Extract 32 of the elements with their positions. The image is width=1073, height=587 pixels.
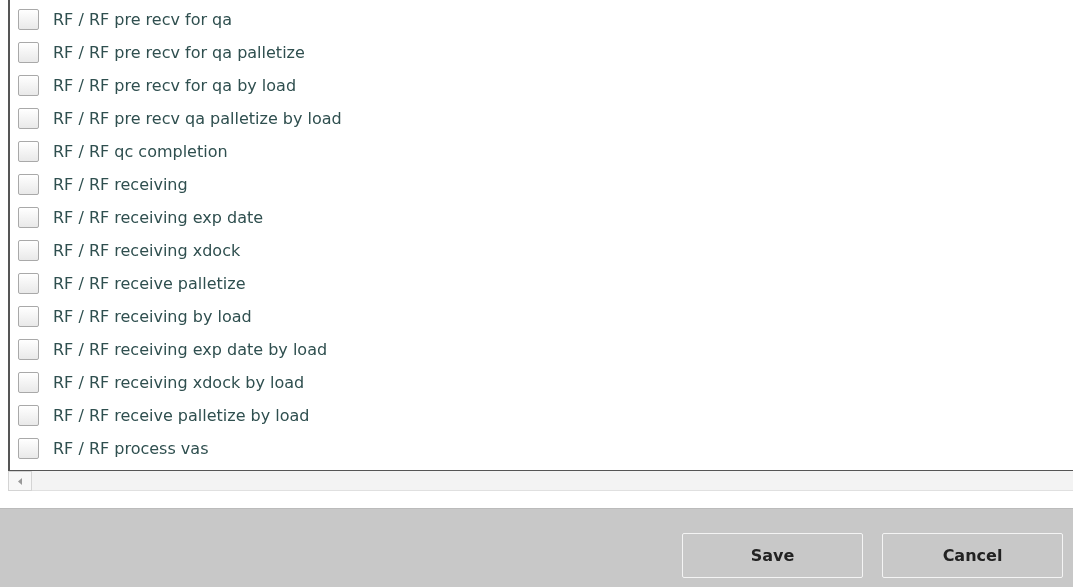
item-label: RF / RF receiving xdock by load [53,371,305,394]
checkbox[interactable] [18,405,39,426]
checkbox[interactable] [18,174,39,195]
checkbox[interactable] [18,75,39,96]
checkbox[interactable] [18,339,39,360]
left-arrow-icon [18,477,22,485]
checkbox[interactable] [18,141,39,162]
cancel-button[interactable]: Cancel [882,533,1063,578]
item-label: RF / RF receiving [53,173,188,196]
item-label: RF / RF pre recv for qa palletize [53,41,305,64]
scroll-left-button[interactable] [8,471,32,491]
checkbox[interactable] [18,42,39,63]
item-label: RF / RF process vas [53,437,209,460]
checkbox[interactable] [18,438,39,459]
item-label: RF / RF receive palletize by load [53,404,310,427]
item-label: RF / RF receiving xdock [53,239,241,262]
item-label: RF / RF pre recv qa palletize by load [53,107,342,130]
item-label: RF / RF pre recv for qa by load [53,74,297,97]
checkbox[interactable] [18,273,39,294]
save-button[interactable]: Save [682,533,863,578]
item-label: RF / RF pre recv for qa [53,8,233,31]
item-label: RF / RF receiving exp date by load [53,338,328,361]
item-label: RF / RF receive palletize [53,272,246,295]
item-label: RF / RF qc completion [53,140,228,163]
checkbox[interactable] [18,240,39,261]
checkbox[interactable] [18,207,39,228]
checkbox[interactable] [18,9,39,30]
checkbox[interactable] [18,108,39,129]
checkbox[interactable] [18,306,39,327]
checkbox[interactable] [18,372,39,393]
item-label: RF / RF receiving exp date [53,206,264,229]
item-label: RF / RF receiving by load [53,305,252,328]
